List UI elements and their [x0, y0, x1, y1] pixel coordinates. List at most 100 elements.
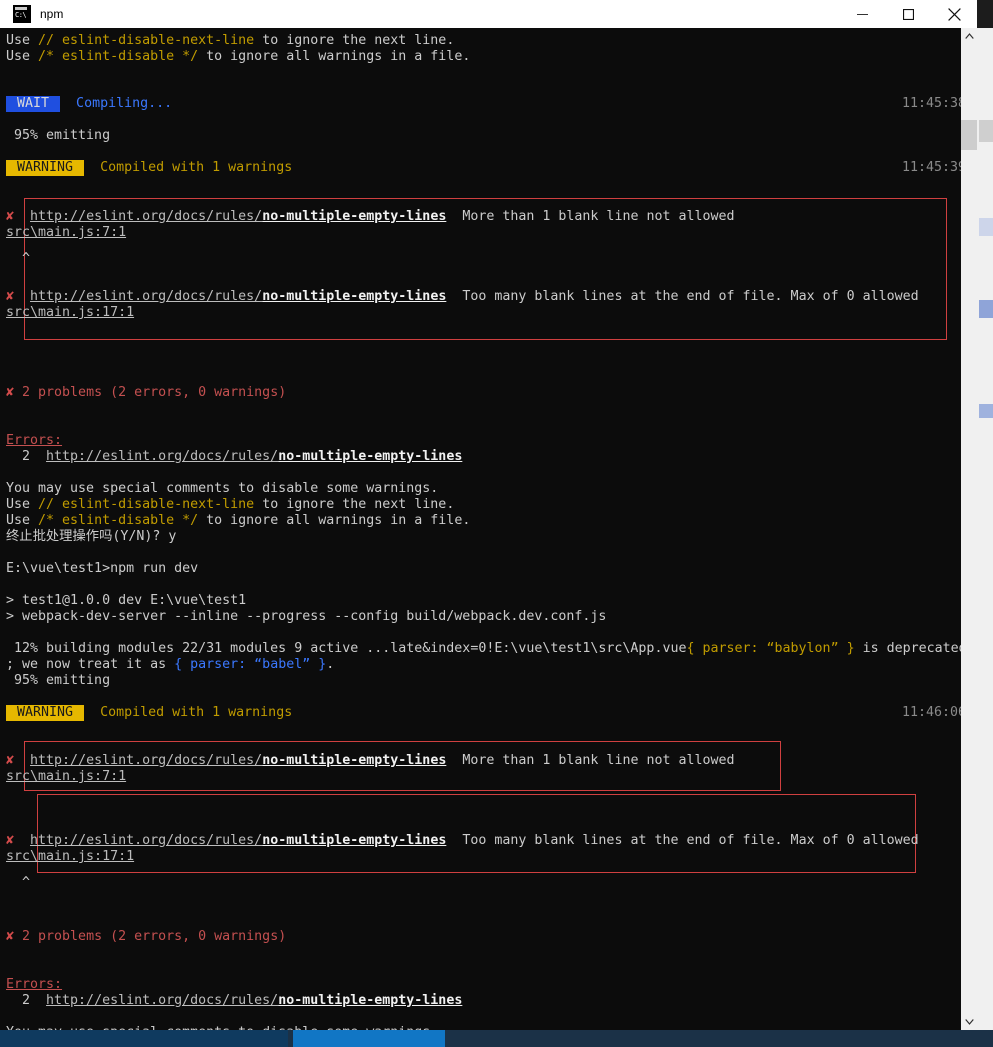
console-line: src\main.js:7:1 — [6, 225, 126, 241]
console-text: 2 — [6, 993, 47, 1008]
window-controls — [839, 0, 977, 28]
console-text: . — [326, 657, 335, 672]
cmd-console-icon: C:\ — [13, 5, 31, 23]
console-line: WARNING Compiled with 1 warnings — [6, 160, 292, 176]
console-text: Use — [6, 497, 39, 512]
taskbar-item-1[interactable] — [0, 1030, 288, 1047]
console-text: // eslint-disable-next-line — [38, 33, 255, 48]
console-link[interactable]: http://eslint.org/docs/rules/ — [30, 753, 262, 768]
scroll-down-arrow-icon[interactable] — [961, 1013, 977, 1030]
console-text: to ignore the next line. — [254, 497, 455, 512]
wait-badge: WAIT — [6, 96, 61, 112]
console-line: ✘ http://eslint.org/docs/rules/no-multip… — [6, 289, 919, 305]
background-right-block-c — [979, 300, 993, 318]
console-link[interactable]: http://eslint.org/docs/rules/ — [46, 993, 278, 1008]
console-text: { parser: “babel” } — [174, 657, 327, 672]
console-line: E:\vue\test1>npm run dev — [6, 561, 198, 577]
console-line: You may use special comments to disable … — [6, 481, 438, 497]
console-timestamp: 11:45:39 — [902, 160, 961, 175]
console-text: ✘ — [6, 209, 15, 224]
background-window-right-edge[interactable] — [977, 28, 993, 1030]
console-link[interactable]: Errors: — [6, 977, 62, 992]
console-link[interactable]: no-multiple-empty-lines — [278, 993, 462, 1008]
console-link[interactable]: no-multiple-empty-lines — [262, 753, 446, 768]
console-link[interactable]: http://eslint.org/docs/rules/ — [46, 449, 278, 464]
console-timestamp: 11:46:06 — [902, 705, 961, 720]
console-text: 95% emitting — [6, 673, 111, 688]
vertical-scrollbar[interactable] — [961, 28, 977, 1030]
console-link[interactable]: no-multiple-empty-lines — [262, 833, 446, 848]
console-text: /* eslint-disable */ — [38, 513, 199, 528]
console-text: is deprecated — [854, 641, 961, 656]
taskbar-item-active[interactable] — [293, 1030, 445, 1047]
console-link[interactable]: Errors: — [6, 433, 62, 448]
console-line: Use /* eslint-disable */ to ignore all w… — [6, 49, 470, 65]
console-line: Errors: — [6, 433, 62, 449]
console-line: Errors: — [6, 977, 62, 993]
maximize-button[interactable] — [885, 0, 931, 28]
console-link[interactable]: src\main.js:17:1 — [6, 305, 134, 320]
console-link[interactable]: http://eslint.org/docs/rules/ — [30, 833, 262, 848]
warning-badge: WARNING — [6, 160, 85, 176]
console-text: > webpack-dev-server --inline --progress… — [6, 609, 607, 624]
console-timestamp: 11:45:38 — [902, 96, 961, 111]
minimize-button[interactable] — [839, 0, 885, 28]
console-text: Too many blank lines at the end of file.… — [446, 289, 919, 304]
console-line: WAIT Compiling... — [6, 96, 172, 112]
background-right-block-a — [979, 120, 993, 142]
console-line: 12% building modules 22/31 modules 9 act… — [6, 641, 961, 657]
console-line: ✘ http://eslint.org/docs/rules/no-multip… — [6, 753, 735, 769]
console-text: E:\vue\test1>npm run dev — [6, 561, 199, 576]
taskbar[interactable] — [0, 1030, 993, 1047]
warning-badge: WARNING — [6, 705, 85, 721]
console-line: Use /* eslint-disable */ to ignore all w… — [6, 513, 470, 529]
console-link[interactable]: no-multiple-empty-lines — [262, 209, 446, 224]
console-link[interactable]: http://eslint.org/docs/rules/ — [30, 289, 262, 304]
console-link[interactable]: src\main.js:7:1 — [6, 225, 126, 240]
console-text: 2 problems (2 errors, 0 warnings) — [14, 929, 287, 944]
background-right-block-d — [979, 404, 993, 418]
console-line: ; we now treat it as { parser: “babel” }… — [6, 657, 334, 673]
scrollbar-track[interactable] — [961, 45, 977, 1013]
console-line: 2 http://eslint.org/docs/rules/no-multip… — [6, 449, 462, 465]
console-line: WARNING Compiled with 1 warnings — [6, 705, 292, 721]
title-bar[interactable]: C:\ npm — [0, 0, 977, 28]
console-line: > test1@1.0.0 dev E:\vue\test1 — [6, 593, 246, 609]
console-text: ^ — [6, 251, 31, 266]
console-text: More than 1 blank line not allowed — [446, 753, 735, 768]
background-right-block-b — [979, 218, 993, 236]
console-output[interactable]: Use // eslint-disable-next-line to ignor… — [0, 28, 961, 1030]
scrollbar-thumb[interactable] — [961, 120, 977, 150]
console-text: More than 1 blank line not allowed — [446, 209, 735, 224]
console-text: to ignore the next line. — [254, 33, 455, 48]
console-text: ✘ — [6, 833, 15, 848]
console-line: src\main.js:17:1 — [6, 849, 134, 865]
console-link[interactable]: src\main.js:7:1 — [6, 769, 126, 784]
close-button[interactable] — [931, 0, 977, 28]
console-link[interactable]: src\main.js:17:1 — [6, 849, 134, 864]
console-line: > webpack-dev-server --inline --progress… — [6, 609, 606, 625]
console-text: to ignore all warnings in a file. — [198, 513, 471, 528]
console-text: Use — [6, 513, 39, 528]
console-line: Use // eslint-disable-next-line to ignor… — [6, 497, 454, 513]
console-text: // eslint-disable-next-line — [38, 497, 255, 512]
npm-console-window: C:\ npm Use // eslint-disable-next-line … — [0, 0, 977, 1030]
console-text: 终止批处理操作吗(Y/N)? y — [6, 529, 177, 544]
console-text: 2 — [6, 449, 47, 464]
console-text: ✘ — [6, 929, 15, 944]
console-line: Use // eslint-disable-next-line to ignor… — [6, 33, 454, 49]
console-line: ^ — [6, 251, 30, 267]
console-text: Compiled with 1 warnings — [84, 160, 293, 175]
console-link[interactable]: http://eslint.org/docs/rules/ — [30, 209, 262, 224]
console-line: 2 http://eslint.org/docs/rules/no-multip… — [6, 993, 462, 1009]
console-line: src\main.js:17:1 — [6, 305, 134, 321]
console-text: ✘ — [6, 289, 15, 304]
console-line: 95% emitting — [6, 128, 110, 144]
scroll-up-arrow-icon[interactable] — [961, 28, 977, 45]
console-link[interactable]: no-multiple-empty-lines — [262, 289, 446, 304]
console-link[interactable]: no-multiple-empty-lines — [278, 449, 462, 464]
console-text: 12% building modules 22/31 modules 9 act… — [6, 641, 687, 656]
